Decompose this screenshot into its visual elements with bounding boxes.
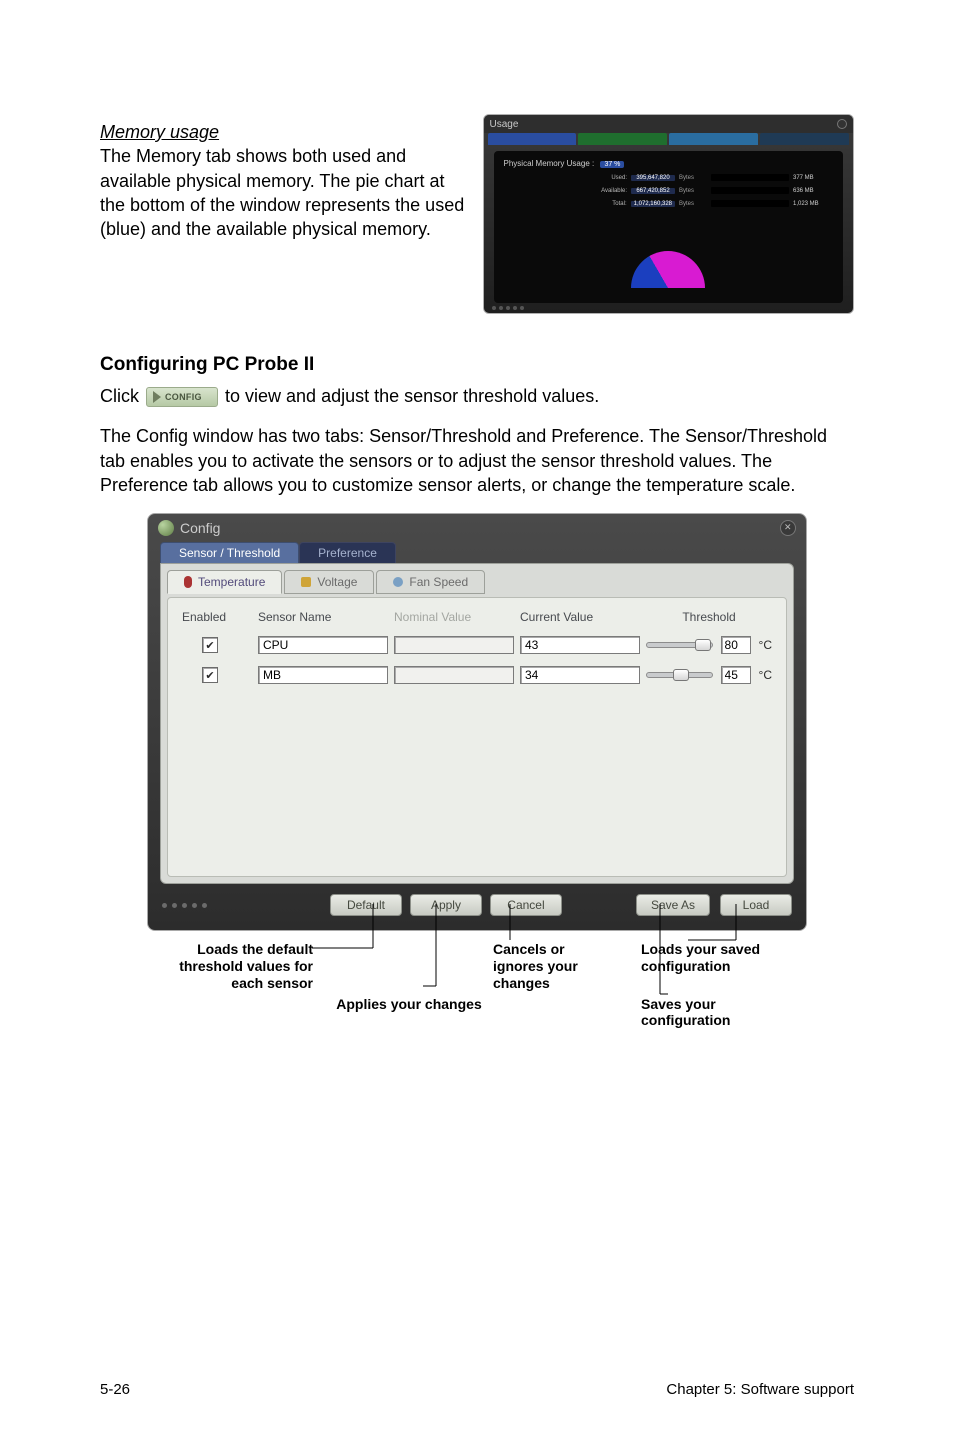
config-window-icon xyxy=(158,520,174,536)
mem-row-label: Used: xyxy=(591,175,627,181)
mem-row-end: 377 MB xyxy=(793,175,823,181)
current-value-field xyxy=(520,666,640,684)
enabled-checkbox[interactable]: ✔ xyxy=(202,667,218,683)
tab-preference[interactable]: Preference xyxy=(299,542,396,563)
config-window-figure: Config Sensor / Threshold Preference Tem… xyxy=(147,513,807,931)
caption-cancels: Cancels or ignores your changes xyxy=(493,941,578,991)
config-button[interactable]: CONFIG xyxy=(146,387,218,407)
current-value-field xyxy=(520,636,640,654)
pmu-pct: 37 % xyxy=(600,161,624,168)
col-sensor: Sensor Name xyxy=(258,610,388,624)
config-button-label: CONFIG xyxy=(165,391,202,403)
caption-loads-saved: Loads your saved configuration xyxy=(641,941,760,974)
cancel-button[interactable]: Cancel xyxy=(490,894,562,916)
memory-fig-title: Usage xyxy=(490,119,519,130)
apply-button[interactable]: Apply xyxy=(410,894,482,916)
subtab-voltage[interactable]: Voltage xyxy=(284,570,374,594)
caption-applies: Applies your changes xyxy=(336,996,481,1012)
table-row: ✔ °C xyxy=(178,630,776,660)
memory-usage-figure: Usage Physical Memory Usage : 37 % Used:… xyxy=(483,114,854,314)
col-nominal: Nominal Value xyxy=(394,610,514,624)
click-line-a: Click xyxy=(100,386,144,406)
subtab-label: Fan Speed xyxy=(409,575,468,589)
nominal-value-field xyxy=(394,666,514,684)
click-line-b: to view and adjust the sensor threshold … xyxy=(225,386,599,406)
col-enabled: Enabled xyxy=(182,610,252,624)
mem-row-num: 395,647,820 xyxy=(631,175,675,181)
voltage-icon xyxy=(301,577,311,587)
thermometer-icon xyxy=(184,576,192,588)
chapter-label: Chapter 5: Software support xyxy=(666,1381,854,1398)
load-button[interactable]: Load xyxy=(720,894,792,916)
threshold-slider[interactable] xyxy=(646,642,713,648)
fan-icon xyxy=(393,577,403,587)
subtab-label: Temperature xyxy=(198,575,265,589)
unit-label: °C xyxy=(759,668,772,682)
close-icon[interactable] xyxy=(780,520,796,536)
table-row: ✔ °C xyxy=(178,660,776,690)
enabled-checkbox[interactable]: ✔ xyxy=(202,637,218,653)
config-window-title: Config xyxy=(180,520,220,536)
tab-sensor-threshold[interactable]: Sensor / Threshold xyxy=(160,542,299,563)
nominal-value-field xyxy=(394,636,514,654)
mem-row: Total: 1,072,160,328 Bytes 1,023 MB xyxy=(504,200,833,207)
threshold-slider[interactable] xyxy=(646,672,713,678)
memory-usage-body: The Memory tab shows both used and avail… xyxy=(100,146,464,239)
pie-chart-icon xyxy=(631,251,705,288)
configuring-title: Configuring PC Probe II xyxy=(100,354,854,376)
threshold-value-field[interactable] xyxy=(721,636,751,654)
config-paragraph: The Config window has two tabs: Sensor/T… xyxy=(100,424,854,497)
col-current: Current Value xyxy=(520,610,640,624)
threshold-value-field[interactable] xyxy=(721,666,751,684)
caption-saves: Saves your configuration xyxy=(641,996,730,1029)
close-icon[interactable] xyxy=(837,119,847,129)
save-as-button[interactable]: Save As xyxy=(636,894,710,916)
caption-loads-default: Loads the default threshold values for e… xyxy=(179,941,313,991)
default-button[interactable]: Default xyxy=(330,894,402,916)
resize-dots-icon xyxy=(162,903,207,908)
sensor-name-field[interactable] xyxy=(258,666,388,684)
sensor-name-field[interactable] xyxy=(258,636,388,654)
col-threshold: Threshold xyxy=(646,610,772,624)
unit-label: °C xyxy=(759,638,772,652)
subtab-temperature[interactable]: Temperature xyxy=(167,570,282,594)
mem-row-bytes: Bytes xyxy=(679,175,707,181)
mem-row: Available: 667,420,852 Bytes 636 MB xyxy=(504,187,833,194)
mem-row: Used: 395,647,820 Bytes 377 MB xyxy=(504,174,833,181)
subtab-label: Voltage xyxy=(317,575,357,589)
pmu-label: Physical Memory Usage : xyxy=(504,159,595,168)
subtab-fan-speed[interactable]: Fan Speed xyxy=(376,570,485,594)
memory-usage-title: Memory usage xyxy=(100,120,469,144)
page-number: 5-26 xyxy=(100,1381,130,1398)
